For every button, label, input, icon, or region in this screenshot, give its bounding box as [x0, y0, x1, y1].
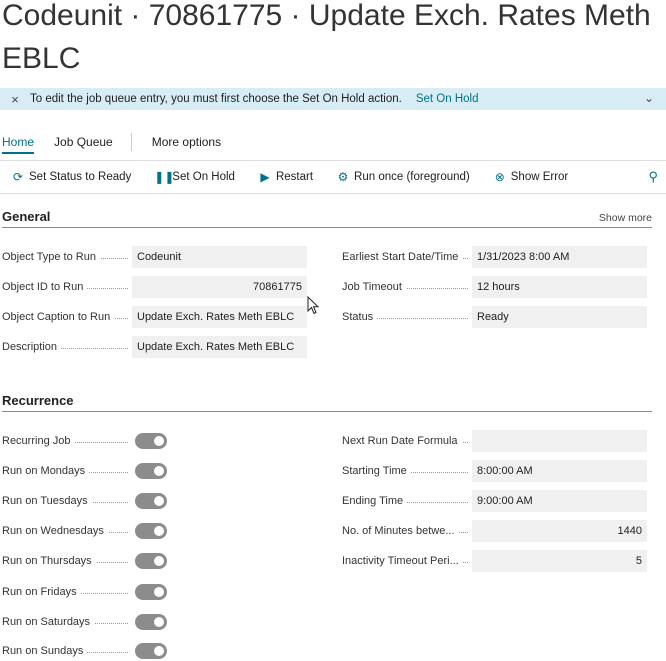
field-status: Status Ready [342, 306, 647, 328]
field-label: Run on Thursdays [2, 555, 96, 567]
action-label: Set Status to Ready [29, 171, 132, 183]
action-tabs: Home Job Queue More options [2, 133, 241, 154]
description-input[interactable]: Update Exch. Rates Meth EBLC [132, 336, 307, 358]
set-on-hold-button[interactable]: ❚❚ Set On Hold [154, 170, 235, 184]
chevron-down-icon[interactable]: ⌄ [644, 91, 654, 105]
field-label: Inactivity Timeout Peri... [342, 555, 463, 567]
notification-banner: × To edit the job queue entry, you must … [0, 88, 666, 110]
earliest-start-input[interactable]: 1/31/2023 8:00 AM [472, 246, 647, 268]
restart-button[interactable]: ▶ Restart [258, 170, 313, 184]
field-label: Description [2, 341, 62, 353]
status-input[interactable]: Ready [472, 306, 647, 328]
field-inactivity-timeout: Inactivity Timeout Peri... 5 [342, 550, 647, 572]
field-label: Starting Time [342, 465, 411, 477]
field-object-type: Object Type to Run Codeunit [2, 246, 307, 268]
field-object-id: Object ID to Run 70861775 [2, 276, 307, 298]
run-thursdays-toggle[interactable] [135, 553, 167, 569]
action-bar: ⟳ Set Status to Ready ❚❚ Set On Hold ▶ R… [0, 160, 666, 194]
field-label: Object Type to Run [2, 251, 100, 263]
field-label: Object ID to Run [2, 281, 88, 293]
run-once-button[interactable]: ⚙ Run once (foreground) [336, 170, 470, 184]
run-tuesdays-toggle[interactable] [135, 493, 167, 509]
close-icon[interactable]: × [0, 92, 30, 107]
pause-icon: ❚❚ [154, 170, 175, 184]
field-earliest-start: Earliest Start Date/Time 1/31/2023 8:00 … [342, 246, 647, 268]
section-title: General [2, 209, 51, 224]
next-run-formula-input[interactable] [472, 430, 647, 452]
field-ending-time: Ending Time 9:00:00 AM [342, 490, 647, 512]
field-label: Earliest Start Date/Time [342, 251, 463, 263]
play-icon: ▶ [260, 170, 270, 184]
field-label: Run on Mondays [2, 465, 90, 477]
field-label: Status [342, 311, 378, 323]
field-label: Object Caption to Run [2, 311, 115, 323]
run-saturdays-toggle[interactable] [135, 614, 167, 630]
field-object-caption: Object Caption to Run Update Exch. Rates… [2, 306, 307, 328]
error-icon: ⊗ [494, 170, 505, 184]
field-run-thursdays: Run on Thursdays [2, 550, 167, 572]
recurring-job-toggle[interactable] [135, 433, 167, 449]
show-error-button[interactable]: ⊗ Show Error [493, 170, 569, 184]
show-more-link[interactable]: Show more [599, 212, 652, 224]
object-caption-input[interactable]: Update Exch. Rates Meth EBLC [132, 306, 307, 328]
tab-more-options[interactable]: More options [152, 135, 221, 149]
starting-time-input[interactable]: 8:00:00 AM [472, 460, 647, 482]
field-minutes-between: No. of Minutes betwe... 1440 [342, 520, 647, 542]
field-label: Recurring Job [2, 435, 75, 447]
object-id-input[interactable]: 70861775 [132, 276, 307, 298]
general-section-header[interactable]: General Show more [2, 208, 652, 228]
run-mondays-toggle[interactable] [135, 463, 167, 479]
action-label: Show Error [510, 171, 569, 183]
field-label: Run on Sundays [2, 645, 88, 657]
set-on-hold-link[interactable]: Set On Hold [416, 93, 479, 105]
field-run-mondays: Run on Mondays [2, 460, 167, 482]
field-next-run-formula: Next Run Date Formula [342, 430, 647, 452]
field-run-wednesdays: Run on Wednesdays [2, 520, 167, 542]
field-label: Run on Fridays [2, 586, 81, 598]
status-ready-icon: ⟳ [12, 170, 24, 184]
action-label: Restart [275, 171, 314, 183]
field-description: Description Update Exch. Rates Meth EBLC [2, 336, 307, 358]
page-title: Codeunit · 70861775 · Update Exch. Rates… [2, 0, 651, 75]
run-fridays-toggle[interactable] [135, 584, 167, 600]
field-run-tuesdays: Run on Tuesdays [2, 490, 167, 512]
field-run-sundays: Run on Sundays [2, 640, 167, 661]
field-run-fridays: Run on Fridays [2, 581, 167, 603]
field-label: Run on Wednesdays [2, 525, 108, 537]
set-status-ready-button[interactable]: ⟳ Set Status to Ready [11, 170, 131, 184]
field-recurring-job: Recurring Job [2, 430, 167, 452]
gear-icon: ⚙ [337, 170, 349, 184]
field-job-timeout: Job Timeout 12 hours [342, 276, 647, 298]
recurrence-section-header[interactable]: Recurrence [2, 392, 652, 412]
action-label: Set On Hold [172, 171, 235, 183]
field-label: Job Timeout [342, 281, 406, 293]
tab-job-queue[interactable]: Job Queue [54, 135, 113, 149]
action-label: Run once (foreground) [354, 171, 470, 183]
field-run-saturdays: Run on Saturdays [2, 611, 167, 633]
banner-message: To edit the job queue entry, you must fi… [30, 93, 402, 105]
ending-time-input[interactable]: 9:00:00 AM [472, 490, 647, 512]
section-title: Recurrence [2, 393, 74, 408]
run-wednesdays-toggle[interactable] [135, 523, 167, 539]
mouse-cursor-icon [307, 296, 320, 315]
field-label: No. of Minutes betwe... [342, 525, 459, 537]
inactivity-timeout-input[interactable]: 5 [472, 550, 647, 572]
job-timeout-input[interactable]: 12 hours [472, 276, 647, 298]
run-sundays-toggle[interactable] [135, 643, 167, 659]
tab-divider [130, 133, 132, 151]
minutes-between-input[interactable]: 1440 [472, 520, 647, 542]
pin-icon[interactable]: ⚲ [648, 169, 658, 185]
field-label: Run on Tuesdays [2, 495, 92, 507]
field-label: Next Run Date Formula [342, 435, 462, 447]
field-starting-time: Starting Time 8:00:00 AM [342, 460, 647, 482]
field-label: Ending Time [342, 495, 408, 507]
object-type-input[interactable]: Codeunit [132, 246, 307, 268]
tab-home[interactable]: Home [2, 135, 35, 154]
field-label: Run on Saturdays [2, 616, 95, 628]
